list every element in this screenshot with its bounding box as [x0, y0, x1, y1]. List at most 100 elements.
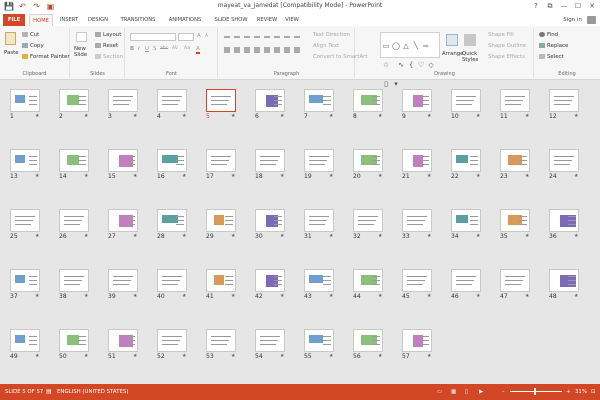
slide-thumbnail[interactable]: 45 ★ — [402, 269, 432, 302]
slide-sorter-view-icon[interactable]: ▦ — [451, 384, 456, 400]
slide-thumbnail[interactable]: 15 ★ — [108, 149, 138, 182]
transition-star-icon[interactable]: ★ — [231, 233, 235, 239]
slide-preview[interactable] — [549, 209, 579, 232]
replace-button[interactable]: Replace — [539, 43, 568, 49]
transition-star-icon[interactable]: ★ — [133, 173, 137, 179]
transition-star-icon[interactable]: ★ — [329, 173, 333, 179]
slide-preview[interactable] — [353, 329, 383, 352]
slide-thumbnail[interactable]: 29 ★ — [206, 209, 236, 242]
slide-thumbnail[interactable]: 31 ★ — [304, 209, 334, 242]
star-shape-icon[interactable]: ☆ — [381, 61, 391, 69]
slide-thumbnail[interactable]: 22 ★ — [451, 149, 481, 182]
slide-preview[interactable] — [10, 89, 40, 112]
slide-preview[interactable] — [108, 89, 138, 112]
quick-styles-button[interactable]: Quick Styles — [462, 51, 480, 63]
transition-star-icon[interactable]: ★ — [378, 113, 382, 119]
spell-check-icon[interactable]: ▤ — [46, 384, 52, 400]
new-slide-button[interactable]: New Slide — [74, 46, 92, 58]
transition-star-icon[interactable]: ★ — [35, 173, 39, 179]
transition-star-icon[interactable]: ★ — [525, 233, 529, 239]
transition-star-icon[interactable]: ★ — [378, 293, 382, 299]
tab-view[interactable]: VIEW — [283, 14, 301, 26]
transition-star-icon[interactable]: ★ — [574, 113, 578, 119]
maximize-icon[interactable]: ☐ — [572, 1, 584, 11]
slide-preview[interactable] — [108, 209, 138, 232]
slide-thumbnail[interactable]: 27 ★ — [108, 209, 138, 242]
slide-thumbnail[interactable]: 10 ★ — [451, 89, 481, 122]
slide-thumbnail[interactable]: 35 ★ — [500, 209, 530, 242]
transition-star-icon[interactable]: ★ — [231, 353, 235, 359]
slide-preview[interactable] — [304, 89, 334, 112]
transition-star-icon[interactable]: ★ — [329, 233, 333, 239]
transition-star-icon[interactable]: ★ — [329, 293, 333, 299]
alignment-buttons[interactable] — [224, 47, 304, 53]
slide-preview[interactable] — [10, 269, 40, 292]
slide-preview[interactable] — [157, 149, 187, 172]
transition-star-icon[interactable]: ★ — [280, 233, 284, 239]
transition-star-icon[interactable]: ★ — [525, 173, 529, 179]
zoom-slider[interactable] — [510, 391, 562, 392]
slide-preview[interactable] — [157, 329, 187, 352]
slide-preview[interactable] — [304, 269, 334, 292]
slide-thumbnail[interactable]: 57 ★ — [402, 329, 432, 362]
triangle-shape-icon[interactable]: △ — [401, 42, 411, 50]
slideshow-view-icon[interactable]: ▶ — [479, 384, 483, 400]
slide-preview[interactable] — [500, 209, 530, 232]
slide-thumbnail[interactable]: 13 ★ — [10, 149, 40, 182]
slide-thumbnail[interactable]: 14 ★ — [59, 149, 89, 182]
grow-font-icon[interactable]: A — [197, 33, 201, 39]
slide-preview[interactable] — [108, 329, 138, 352]
slide-preview[interactable] — [402, 209, 432, 232]
transition-star-icon[interactable]: ★ — [427, 173, 431, 179]
italic-button[interactable]: I — [138, 46, 140, 52]
slide-preview[interactable] — [108, 149, 138, 172]
transition-star-icon[interactable]: ★ — [35, 113, 39, 119]
transition-star-icon[interactable]: ★ — [84, 293, 88, 299]
font-size-box[interactable] — [178, 33, 194, 41]
transition-star-icon[interactable]: ★ — [84, 233, 88, 239]
tab-insert[interactable]: INSERT — [58, 14, 80, 26]
transition-star-icon[interactable]: ★ — [476, 113, 480, 119]
transition-star-icon[interactable]: ★ — [280, 113, 284, 119]
bold-button[interactable]: B — [130, 46, 134, 52]
curve-shape-icon[interactable]: ∿ — [396, 61, 406, 69]
slide-thumbnail[interactable]: 52 ★ — [157, 329, 187, 362]
slide-preview[interactable] — [206, 149, 236, 172]
fit-to-window-icon[interactable]: ⊡ — [591, 384, 596, 400]
tab-design[interactable]: DESIGN — [84, 14, 112, 26]
tab-review[interactable]: REVIEW — [254, 14, 280, 26]
slide-thumbnail[interactable]: 37 ★ — [10, 269, 40, 302]
layout-button[interactable]: Layout — [95, 32, 121, 38]
transition-star-icon[interactable]: ★ — [84, 113, 88, 119]
transition-star-icon[interactable]: ★ — [133, 113, 137, 119]
zoom-in-button[interactable]: + — [566, 384, 571, 400]
transition-star-icon[interactable]: ★ — [574, 233, 578, 239]
slide-preview[interactable] — [549, 149, 579, 172]
transition-star-icon[interactable]: ★ — [378, 353, 382, 359]
change-case-button[interactable]: Aa — [184, 46, 190, 51]
slide-preview[interactable] — [402, 269, 432, 292]
callout-shape-icon[interactable]: ◇ — [426, 61, 436, 69]
shadow-button[interactable]: S — [153, 46, 157, 52]
help-icon[interactable]: ? — [530, 1, 542, 11]
slide-preview[interactable] — [157, 209, 187, 232]
transition-star-icon[interactable]: ★ — [182, 113, 186, 119]
transition-star-icon[interactable]: ★ — [280, 173, 284, 179]
slide-thumbnail[interactable]: 39 ★ — [108, 269, 138, 302]
strikethrough-button[interactable]: abc — [160, 46, 168, 51]
reset-button[interactable]: Reset — [95, 43, 118, 49]
slide-preview[interactable] — [549, 269, 579, 292]
tab-slide-show[interactable]: SLIDE SHOW — [211, 14, 251, 26]
slide-thumbnail[interactable]: 43 ★ — [304, 269, 334, 302]
tab-home[interactable]: HOME — [29, 14, 53, 26]
slide-preview[interactable] — [304, 149, 334, 172]
zoom-slider-thumb[interactable] — [534, 388, 536, 395]
slide-thumbnail[interactable]: 41 ★ — [206, 269, 236, 302]
list-buttons[interactable] — [224, 34, 308, 40]
char-spacing-button[interactable]: AV — [172, 46, 178, 51]
shape-effects-button[interactable]: Shape Effects — [488, 54, 525, 60]
transition-star-icon[interactable]: ★ — [231, 113, 235, 119]
slide-thumbnail[interactable]: 7 ★ — [304, 89, 334, 122]
zoom-level[interactable]: 31% — [575, 384, 587, 400]
cut-button[interactable]: Cut — [22, 32, 39, 38]
